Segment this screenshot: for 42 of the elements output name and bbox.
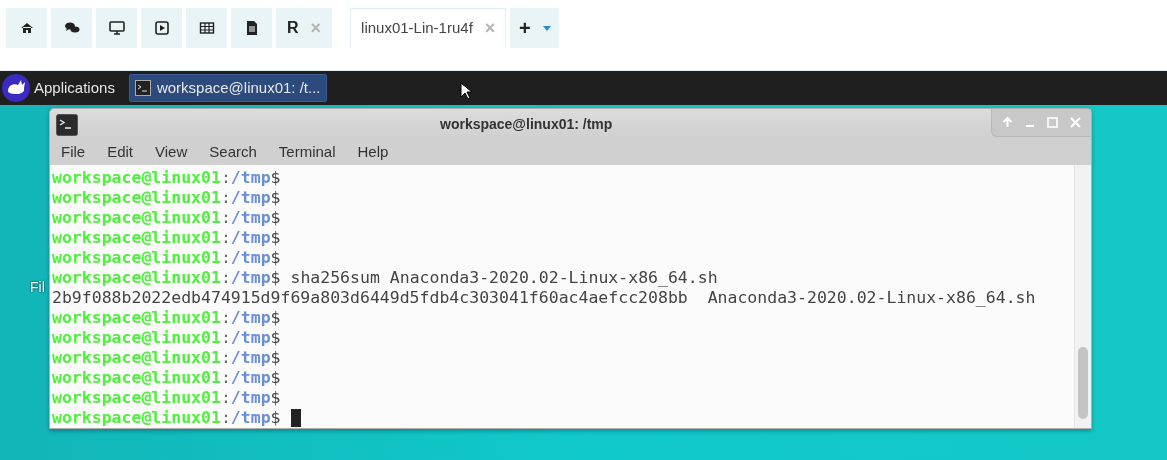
terminal-icon — [134, 80, 151, 96]
prompt-line: workspace@linux01:/tmp$ — [52, 368, 281, 388]
window-title: workspace@linux01: /tmp — [440, 115, 613, 135]
command-line: workspace@linux01:/tmp$ sha256sum Anaconda3-2020.02-Linux-x86_64.sh — [52, 268, 718, 288]
prompt-line: workspace@linux01:/tmp$ — [52, 408, 281, 428]
tab[interactable] — [6, 8, 47, 48]
taskbar-button[interactable]: workspace@linux01: /t... — [128, 74, 327, 102]
tab[interactable] — [141, 8, 182, 48]
applications-menu[interactable]: Applications — [34, 76, 115, 100]
prompt-line: workspace@linux01:/tmp$ — [52, 168, 281, 188]
mouse-pointer-icon — [459, 82, 472, 100]
prompt-line: workspace@linux01:/tmp$ — [52, 388, 281, 408]
tab[interactable] — [186, 8, 227, 48]
scrollbar[interactable] — [1074, 165, 1091, 428]
monitor-icon — [108, 20, 125, 36]
caret-icon — [542, 25, 551, 31]
menu-item[interactable]: Search — [209, 141, 257, 164]
prompt-line: workspace@linux01:/tmp$ — [52, 248, 281, 268]
table-icon — [198, 20, 215, 36]
prompt-line: workspace@linux01:/tmp$ — [52, 348, 281, 368]
menu-item[interactable]: View — [155, 141, 188, 164]
prompt-line: workspace@linux01:/tmp$ — [52, 208, 281, 228]
prompt-line: workspace@linux01:/tmp$ — [52, 328, 281, 348]
prompt-line: workspace@linux01:/tmp$ — [52, 308, 281, 328]
tab[interactable] — [96, 8, 137, 48]
mouse-logo-icon[interactable] — [2, 74, 30, 102]
tab[interactable]: R × — [276, 8, 333, 48]
tab[interactable] — [51, 8, 92, 48]
tab-label: R — [287, 18, 299, 38]
play-icon — [153, 20, 170, 36]
tab[interactable]: linux01-Lin-1ru4f × — [350, 8, 507, 48]
output-line: 2b9f088b2022edb474915d9f69a803d6449d5fdb4c303041f60ac4aefcc208bb Anaconda3-2020.02-Linux-x86_64.sh — [52, 288, 1036, 308]
menu-item[interactable]: Edit — [107, 141, 134, 164]
menu-item[interactable]: File — [61, 141, 86, 164]
prompt-line: workspace@linux01:/tmp$ — [52, 228, 281, 248]
prompt-line: workspace@linux01:/tmp$ — [52, 188, 281, 208]
add-tab-button[interactable]: + — [510, 8, 560, 48]
terminal-icon[interactable] — [56, 113, 78, 136]
menu-item[interactable]: Terminal — [278, 141, 336, 164]
tab[interactable] — [231, 8, 272, 48]
tab-label: linux01-Lin-1ru4f — [361, 17, 473, 38]
menu-item[interactable]: Help — [357, 141, 389, 164]
